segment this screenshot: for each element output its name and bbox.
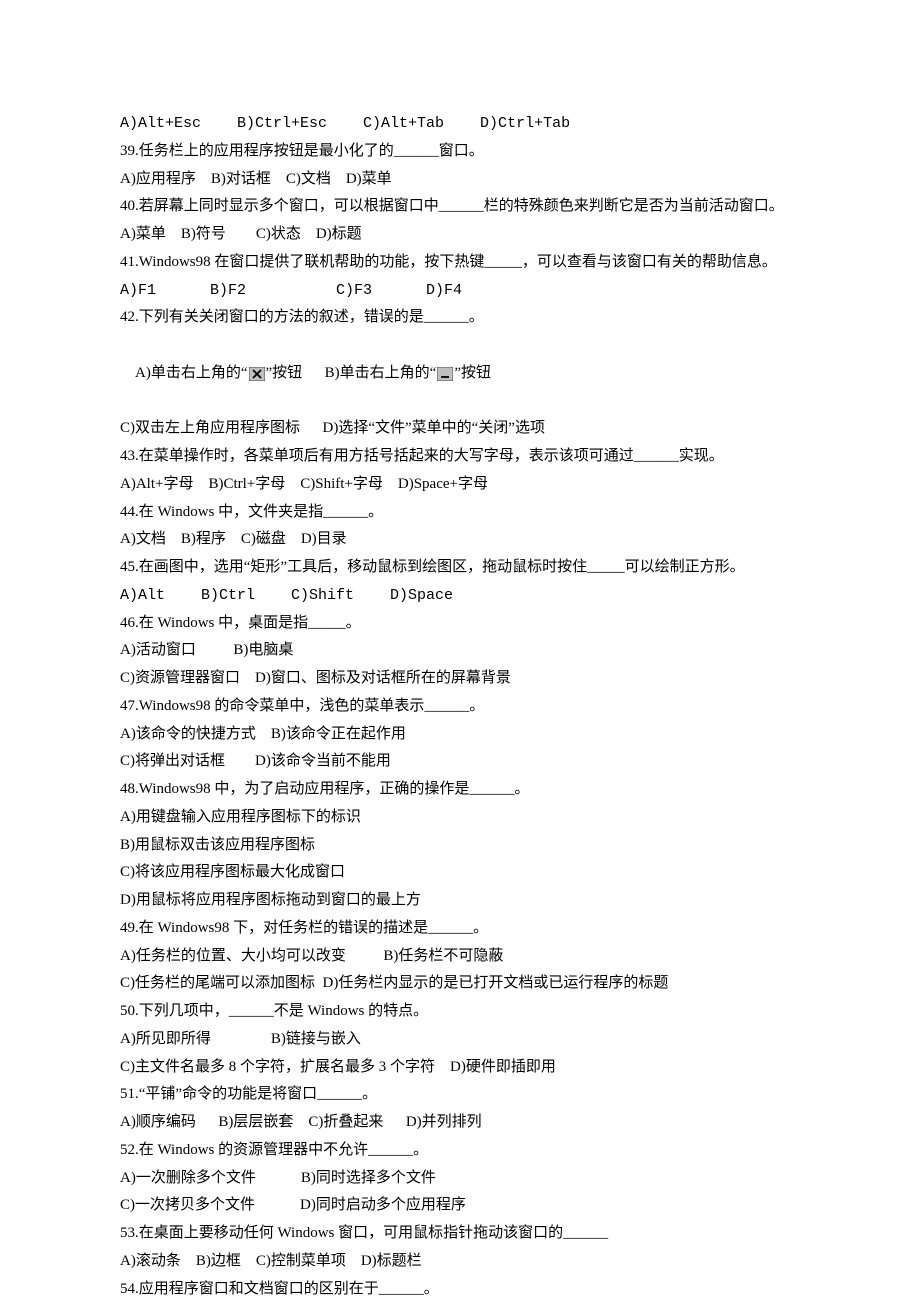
opt-42b-end: ”按钮 (454, 365, 491, 381)
question-49: 49.在 Windows98 下，对任务栏的错误的描述是______。 (120, 915, 800, 943)
options-49-ab: A)任务栏的位置、大小均可以改变 B)任务栏不可隐蔽 (120, 943, 800, 971)
options-42-cd: C)双击左上角应用程序图标 D)选择“文件”菜单中的“关闭”选项 (120, 415, 800, 443)
options-44: A)文档 B)程序 C)磁盘 D)目录 (120, 526, 800, 554)
options-46-ab: A)活动窗口 B)电脑桌 (120, 637, 800, 665)
opt-42a-pre: A)单击右上角的“ (135, 365, 248, 381)
options-41: A)F1 B)F2 C)F3 D)F4 (120, 277, 800, 305)
options-47-cd: C)将弹出对话框 D)该命令当前不能用 (120, 748, 800, 776)
options-38: A)Alt+Esc B)Ctrl+Esc C)Alt+Tab D)Ctrl+Ta… (120, 110, 800, 138)
options-50-ab: A)所见即所得 B)链接与嵌入 (120, 1026, 800, 1054)
question-47: 47.Windows98 的命令菜单中，浅色的菜单表示______。 (120, 693, 800, 721)
options-50-cd: C)主文件名最多 8 个字符，扩展名最多 3 个字符 D)硬件即插即用 (120, 1054, 800, 1082)
options-42-ab: A)单击右上角的“ ”按钮 B)单击右上角的“ ”按钮 (120, 332, 800, 415)
question-41: 41.Windows98 在窗口提供了联机帮助的功能，按下热键_____，可以查… (120, 249, 800, 277)
question-40: 40.若屏幕上同时显示多个窗口，可以根据窗口中______栏的特殊颜色来判断它是… (120, 193, 800, 221)
question-45: 45.在画图中，选用“矩形”工具后，移动鼠标到绘图区，拖动鼠标时按住_____可… (120, 554, 800, 582)
question-52: 52.在 Windows 的资源管理器中不允许______。 (120, 1137, 800, 1165)
options-47-ab: A)该命令的快捷方式 B)该命令正在起作用 (120, 721, 800, 749)
question-51: 51.“平铺”命令的功能是将窗口______。 (120, 1081, 800, 1109)
options-52-ab: A)一次删除多个文件 B)同时选择多个文件 (120, 1165, 800, 1193)
options-48-d: D)用鼠标将应用程序图标拖动到窗口的最上方 (120, 887, 800, 915)
question-43: 43.在菜单操作时，各菜单项后有用方括号括起来的大写字母，表示该项可通过____… (120, 443, 800, 471)
options-48-a: A)用键盘输入应用程序图标下的标识 (120, 804, 800, 832)
close-icon (249, 367, 265, 381)
options-45: A)Alt B)Ctrl C)Shift D)Space (120, 582, 800, 610)
opt-42a-post: ”按钮 B)单击右上角的“ (266, 365, 437, 381)
options-40: A)菜单 B)符号 C)状态 D)标题 (120, 221, 800, 249)
question-46: 46.在 Windows 中，桌面是指_____。 (120, 610, 800, 638)
options-39: A)应用程序 B)对话框 C)文档 D)菜单 (120, 166, 800, 194)
options-48-b: B)用鼠标双击该应用程序图标 (120, 832, 800, 860)
exam-page: A)Alt+Esc B)Ctrl+Esc C)Alt+Tab D)Ctrl+Ta… (0, 0, 920, 1303)
options-46-cd: C)资源管理器窗口 D)窗口、图标及对话框所在的屏幕背景 (120, 665, 800, 693)
options-49-cd: C)任务栏的尾端可以添加图标 D)任务栏内显示的是已打开文档或已运行程序的标题 (120, 970, 800, 998)
options-52-cd: C)一次拷贝多个文件 D)同时启动多个应用程序 (120, 1192, 800, 1220)
question-48: 48.Windows98 中，为了启动应用程序，正确的操作是______。 (120, 776, 800, 804)
options-51: A)顺序编码 B)层层嵌套 C)折叠起来 D)并列排列 (120, 1109, 800, 1137)
question-42: 42.下列有关关闭窗口的方法的叙述，错误的是______。 (120, 304, 800, 332)
question-39: 39.任务栏上的应用程序按钮是最小化了的______窗口。 (120, 138, 800, 166)
question-50: 50.下列几项中，______不是 Windows 的特点。 (120, 998, 800, 1026)
question-53: 53.在桌面上要移动任何 Windows 窗口，可用鼠标指针拖动该窗口的____… (120, 1220, 800, 1248)
options-43: A)Alt+字母 B)Ctrl+字母 C)Shift+字母 D)Space+字母 (120, 471, 800, 499)
options-53: A)滚动条 B)边框 C)控制菜单项 D)标题栏 (120, 1248, 800, 1276)
question-54: 54.应用程序窗口和文档窗口的区别在于______。 (120, 1276, 800, 1303)
minimize-icon (437, 367, 453, 381)
options-48-c: C)将该应用程序图标最大化成窗口 (120, 859, 800, 887)
question-44: 44.在 Windows 中，文件夹是指______。 (120, 499, 800, 527)
